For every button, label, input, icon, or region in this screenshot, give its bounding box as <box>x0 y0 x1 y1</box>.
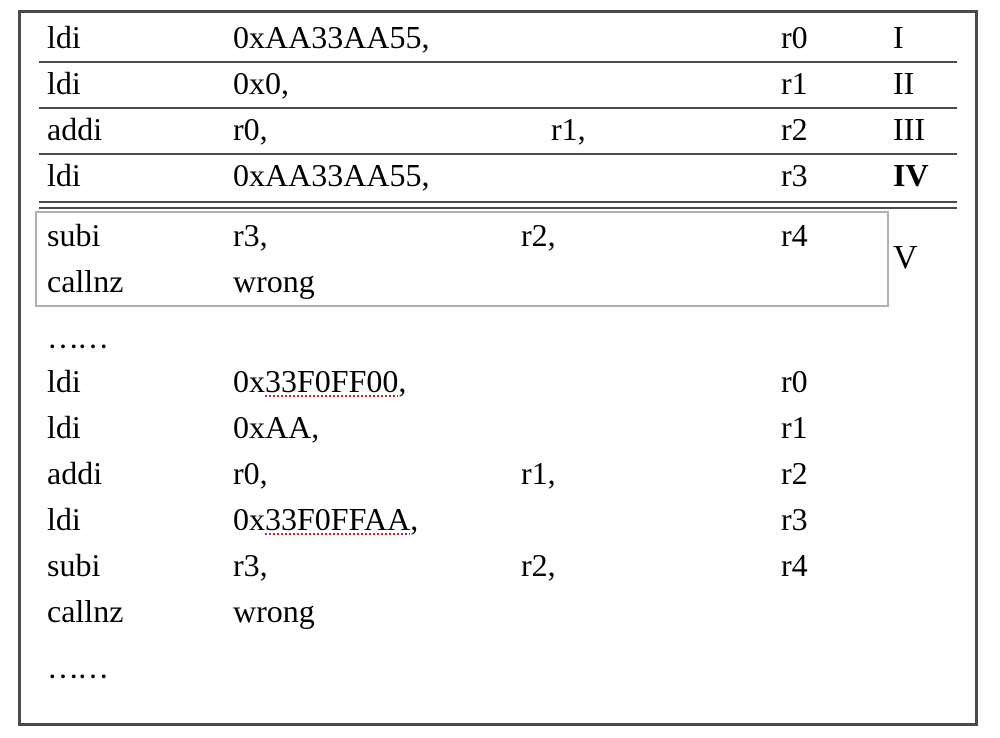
operand-cell: r4 <box>781 219 808 251</box>
ellipsis-row: …… <box>21 319 975 363</box>
ellipsis: …… <box>47 651 107 683</box>
opcode-cell: ldi <box>47 411 81 443</box>
operand-cell: 0x33F0FFAA, <box>233 503 418 535</box>
operand-cell: r2 <box>781 457 808 489</box>
double-divider <box>39 207 957 209</box>
operand-cell: wrong <box>233 265 315 297</box>
operand-cell: r3, <box>233 219 268 251</box>
roman-label: III <box>893 113 925 145</box>
double-divider <box>39 201 957 203</box>
operand-cell: r0, <box>233 113 268 145</box>
operand-cell: 0xAA33AA55, <box>233 159 429 191</box>
divider <box>39 153 957 155</box>
operand-cell: 0x0, <box>233 67 289 99</box>
table-row: ldi 0xAA33AA55, r3 IV <box>21 157 975 201</box>
operand-cell: r3, <box>233 549 268 581</box>
operand-cell: r1, <box>551 113 586 145</box>
operand-cell: r2, <box>521 549 556 581</box>
operand-cell: r3 <box>781 159 808 191</box>
operand-cell: 0xAA, <box>233 411 319 443</box>
operand-cell: r1 <box>781 411 808 443</box>
divider <box>39 61 957 63</box>
code-listing-box: ldi 0xAA33AA55, r0 I ldi 0x0, r1 II addi… <box>18 10 978 726</box>
table-row: ldi 0x33F0FF00, r0 <box>21 363 975 407</box>
opcode-cell: ldi <box>47 365 81 397</box>
opcode-cell: ldi <box>47 503 81 535</box>
roman-label: IV <box>893 159 929 191</box>
opcode-cell: ldi <box>47 159 81 191</box>
opcode-cell: ldi <box>47 67 81 99</box>
table-row: ldi 0x0, r1 II <box>21 65 975 109</box>
operand-cell: r2 <box>781 113 808 145</box>
opcode-cell: addi <box>47 113 102 145</box>
roman-label: II <box>893 67 914 99</box>
table-row: subi r3, r2, r4 <box>21 217 975 261</box>
table-row: ldi 0x33F0FFAA, r3 <box>21 501 975 545</box>
operand-cell: r0 <box>781 365 808 397</box>
roman-label: I <box>893 21 904 53</box>
operand-cell: 0xAA33AA55, <box>233 21 429 53</box>
operand-cell: r2, <box>521 219 556 251</box>
operand-cell: r3 <box>781 503 808 535</box>
operand-cell: 0x33F0FF00, <box>233 365 406 397</box>
table-row: addi r0, r1, r2 <box>21 455 975 499</box>
table-row: callnz wrong <box>21 263 975 307</box>
opcode-cell: callnz <box>47 595 123 627</box>
operand-cell: r4 <box>781 549 808 581</box>
operand-cell: r0 <box>781 21 808 53</box>
table-row: callnz wrong <box>21 593 975 637</box>
table-row: ldi 0xAA, r1 <box>21 409 975 453</box>
operand-cell: r1 <box>781 67 808 99</box>
operand-cell: r1, <box>521 457 556 489</box>
opcode-cell: subi <box>47 549 100 581</box>
table-row: subi r3, r2, r4 <box>21 547 975 591</box>
operand-cell: wrong <box>233 595 315 627</box>
table-row: ldi 0xAA33AA55, r0 I <box>21 19 975 63</box>
ellipsis-row: …… <box>21 649 975 693</box>
divider <box>39 107 957 109</box>
table-row: addi r0, r1, r2 III <box>21 111 975 155</box>
opcode-cell: subi <box>47 219 100 251</box>
opcode-cell: callnz <box>47 265 123 297</box>
ellipsis: …… <box>47 321 107 353</box>
opcode-cell: ldi <box>47 21 81 53</box>
operand-cell: r0, <box>233 457 268 489</box>
opcode-cell: addi <box>47 457 102 489</box>
